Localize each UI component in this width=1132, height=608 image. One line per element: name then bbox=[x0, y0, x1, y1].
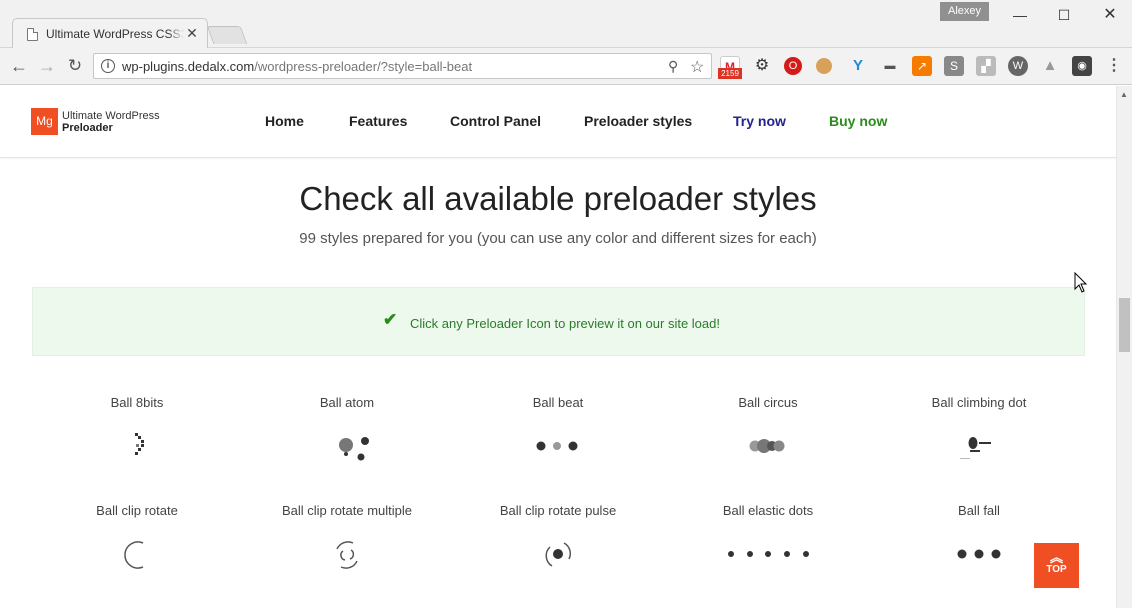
browser-toolbar: ← → ↻ i wp-plugins.dedalx.com/wordpress-… bbox=[0, 48, 1132, 85]
style-label-ball-beat[interactable]: Ball beat bbox=[458, 395, 658, 410]
minimize-button[interactable]: — bbox=[1002, 4, 1038, 26]
style-label-ball-elastic-dots[interactable]: Ball elastic dots bbox=[668, 503, 868, 518]
ball-8bits-icon[interactable] bbox=[127, 432, 147, 458]
mouse-cursor-icon bbox=[1074, 272, 1088, 293]
browser-titlebar: Ultimate WordPress CSS3 ✕ Alexey — ☐ ✕ bbox=[0, 0, 1132, 49]
s-extension-icon[interactable]: S bbox=[944, 56, 964, 76]
chart-extension-icon[interactable]: ↗ bbox=[912, 56, 932, 76]
logo-line1: Ultimate WordPress bbox=[62, 110, 160, 122]
logo-text[interactable]: Ultimate WordPress Preloader bbox=[62, 110, 160, 134]
logo-mark[interactable]: Mg bbox=[31, 108, 58, 135]
nav-features[interactable]: Features bbox=[349, 113, 407, 129]
url-path: /wordpress-preloader/?style=ball-beat bbox=[254, 59, 473, 74]
chevron-up-icon: ︽ bbox=[1049, 550, 1063, 565]
tab-close-icon[interactable]: ✕ bbox=[184, 25, 200, 41]
scroll-thumb[interactable] bbox=[1119, 298, 1130, 352]
opera-extension-icon[interactable]: O bbox=[784, 57, 802, 75]
style-label-ball-climbing-dot[interactable]: Ball climbing dot bbox=[879, 395, 1079, 410]
check-icon: ✔ bbox=[383, 310, 398, 329]
style-label-ball-fall[interactable]: Ball fall bbox=[879, 503, 1079, 518]
drive-extension-icon[interactable]: ▲ bbox=[1040, 56, 1060, 76]
style-label-ball-clip-rotate-multiple[interactable]: Ball clip rotate multiple bbox=[247, 503, 447, 518]
ball-clip-rotate-icon[interactable] bbox=[120, 539, 152, 571]
style-label-ball-8bits[interactable]: Ball 8bits bbox=[37, 395, 237, 410]
forward-button[interactable]: → bbox=[36, 55, 58, 77]
zoom-icon[interactable]: ⚲ bbox=[668, 58, 678, 75]
ball-clip-rotate-multiple-icon[interactable] bbox=[333, 539, 361, 571]
maximize-button[interactable]: ☐ bbox=[1046, 4, 1082, 26]
url-host: wp-plugins.dedalx.com bbox=[122, 59, 255, 74]
ball-elastic-dots-icon[interactable] bbox=[725, 549, 815, 559]
ball-clip-rotate-pulse-icon[interactable] bbox=[542, 539, 574, 571]
star-icon[interactable]: ☆ bbox=[690, 57, 704, 77]
page-scrollbar[interactable]: ▲ bbox=[1116, 86, 1132, 608]
site-header: Mg Ultimate WordPress Preloader Home Fea… bbox=[0, 86, 1116, 158]
profile-badge[interactable]: Alexey bbox=[940, 2, 989, 21]
ball-circus-icon[interactable] bbox=[746, 437, 788, 455]
camera-extension-icon[interactable]: ▬ bbox=[880, 56, 900, 76]
style-label-ball-clip-rotate[interactable]: Ball clip rotate bbox=[37, 503, 237, 518]
bulb-extension-icon[interactable]: ◉ bbox=[1072, 56, 1092, 76]
back-to-top-button[interactable]: ︽ TOP bbox=[1034, 543, 1079, 588]
close-window-button[interactable]: ✕ bbox=[1092, 4, 1128, 26]
nav-preloader-styles[interactable]: Preloader styles bbox=[584, 113, 692, 129]
square-extension-icon[interactable]: ▞ bbox=[976, 56, 996, 76]
nav-try-now[interactable]: Try now bbox=[733, 113, 786, 129]
url-text: wp-plugins.dedalx.com/wordpress-preloade… bbox=[122, 59, 472, 74]
scroll-up-icon[interactable]: ▲ bbox=[1120, 90, 1128, 99]
page-title: Check all available preloader styles bbox=[299, 180, 817, 217]
style-label-ball-atom[interactable]: Ball atom bbox=[247, 395, 447, 410]
info-icon[interactable]: i bbox=[101, 59, 115, 73]
reload-button[interactable]: ↻ bbox=[64, 55, 86, 77]
doc-icon bbox=[27, 28, 38, 41]
ball-climbing-dot-icon[interactable] bbox=[956, 432, 996, 462]
notice-banner: ✔ Click any Preloader Icon to preview it… bbox=[32, 287, 1085, 356]
gear-extension-icon[interactable]: ⚙ bbox=[752, 56, 772, 76]
ball-fall-icon[interactable] bbox=[955, 547, 1005, 561]
browser-tab[interactable]: Ultimate WordPress CSS3 ✕ bbox=[12, 18, 208, 49]
yandex-extension-icon[interactable]: Y bbox=[848, 56, 868, 76]
back-button[interactable]: ← bbox=[8, 55, 30, 77]
style-label-ball-clip-rotate-pulse[interactable]: Ball clip rotate pulse bbox=[458, 503, 658, 518]
tab-title: Ultimate WordPress CSS3 bbox=[46, 27, 184, 41]
top-label: TOP bbox=[1046, 564, 1067, 575]
cookie-extension-icon[interactable] bbox=[816, 58, 832, 74]
ball-beat-icon[interactable] bbox=[535, 439, 581, 453]
logo-line2: Preloader bbox=[62, 122, 113, 134]
address-bar[interactable]: i wp-plugins.dedalx.com/wordpress-preloa… bbox=[93, 53, 712, 79]
ball-atom-icon[interactable] bbox=[335, 432, 375, 462]
gmail-badge: 2159 bbox=[718, 68, 742, 79]
page-viewport: Mg Ultimate WordPress Preloader Home Fea… bbox=[0, 86, 1116, 608]
browser-menu-icon[interactable]: ⋮ bbox=[1106, 55, 1122, 77]
nav-buy-now[interactable]: Buy now bbox=[829, 113, 887, 129]
wordpress-extension-icon[interactable]: W bbox=[1008, 56, 1028, 76]
notice-text: Click any Preloader Icon to preview it o… bbox=[410, 316, 720, 331]
style-label-ball-circus[interactable]: Ball circus bbox=[668, 395, 868, 410]
page-subtitle: 99 styles prepared for you (you can use … bbox=[299, 230, 817, 247]
nav-control-panel[interactable]: Control Panel bbox=[450, 113, 541, 129]
nav-home[interactable]: Home bbox=[265, 113, 304, 129]
new-tab-button[interactable] bbox=[206, 26, 248, 44]
